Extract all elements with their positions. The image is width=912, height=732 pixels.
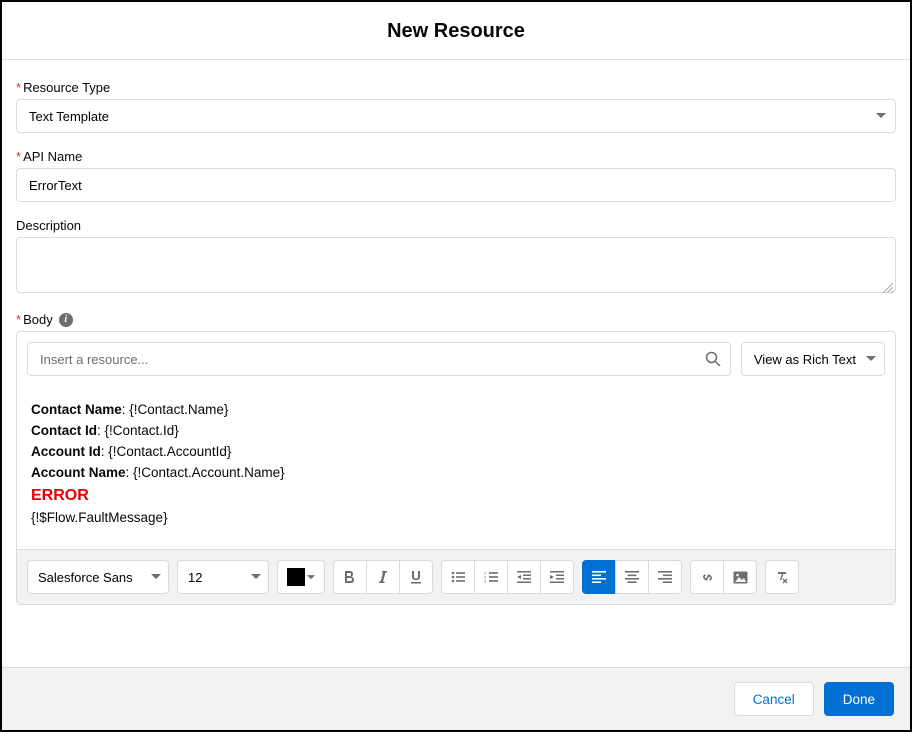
color-swatch: [287, 568, 305, 586]
font-size-select[interactable]: 12: [177, 560, 269, 594]
description-textarea[interactable]: [16, 237, 896, 293]
view-mode-button[interactable]: View as Rich Text: [741, 342, 885, 376]
underline-button[interactable]: [399, 560, 433, 594]
modal-footer: Cancel Done: [2, 667, 910, 730]
done-button[interactable]: Done: [824, 682, 894, 716]
outdent-button[interactable]: [507, 560, 541, 594]
resource-type-select[interactable]: Text Template: [16, 99, 896, 133]
description-label: Description: [16, 218, 896, 233]
body-field: *Body i View as Rich Text: [16, 312, 896, 605]
api-name-label: *API Name: [16, 149, 896, 164]
chevron-down-icon: [866, 356, 876, 362]
link-button[interactable]: [690, 560, 724, 594]
align-group: [582, 560, 682, 594]
editor-content-area[interactable]: Contact Name: {!Contact.Name} Contact Id…: [17, 386, 895, 549]
info-icon[interactable]: i: [59, 313, 73, 327]
align-left-button[interactable]: [582, 560, 616, 594]
editor-top-bar: View as Rich Text: [17, 332, 895, 386]
modal-header: New Resource: [2, 2, 910, 59]
rich-text-editor: View as Rich Text Contact Name: {!Contac…: [16, 331, 896, 605]
insert-group: [690, 560, 757, 594]
new-resource-modal: New Resource *Resource Type Text Templat…: [0, 0, 912, 732]
numbered-list-button[interactable]: 123: [474, 560, 508, 594]
bullet-list-button[interactable]: [441, 560, 475, 594]
text-color-button[interactable]: [277, 560, 325, 594]
resource-type-label: *Resource Type: [16, 80, 896, 95]
body-label: *Body i: [16, 312, 896, 327]
italic-button[interactable]: [366, 560, 400, 594]
insert-resource-input[interactable]: [27, 342, 731, 376]
font-family-select[interactable]: Salesforce Sans: [27, 560, 169, 594]
clear-formatting-button[interactable]: [765, 560, 799, 594]
image-button[interactable]: [723, 560, 757, 594]
list-indent-group: 123: [441, 560, 574, 594]
modal-content: *Resource Type Text Template *API Name D…: [2, 60, 910, 667]
align-center-button[interactable]: [615, 560, 649, 594]
align-right-button[interactable]: [648, 560, 682, 594]
chevron-down-icon: [307, 575, 315, 580]
search-icon: [705, 351, 721, 367]
editor-toolbar: Salesforce Sans 12: [17, 549, 895, 604]
api-name-field: *API Name: [16, 149, 896, 202]
svg-text:3: 3: [484, 579, 487, 584]
bold-button[interactable]: [333, 560, 367, 594]
cancel-button[interactable]: Cancel: [734, 682, 814, 716]
resource-type-field: *Resource Type Text Template: [16, 80, 896, 133]
description-field: Description: [16, 218, 896, 296]
api-name-input[interactable]: [16, 168, 896, 202]
text-style-group: [333, 560, 433, 594]
indent-button[interactable]: [540, 560, 574, 594]
modal-title: New Resource: [2, 20, 910, 43]
